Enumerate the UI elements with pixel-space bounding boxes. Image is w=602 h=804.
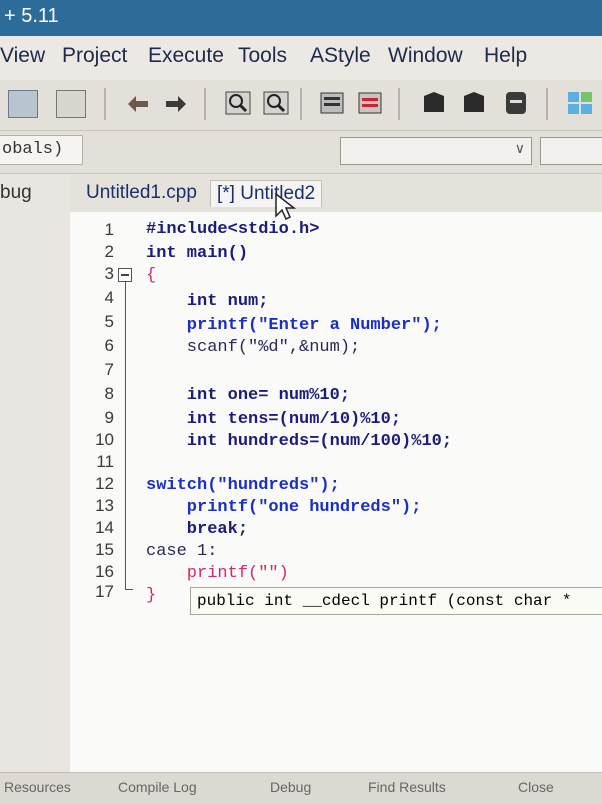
toolbar-separator	[204, 88, 206, 120]
code-area[interactable]: #include<stdio.h> int main() { int num; …	[70, 212, 452, 605]
function-signature-tooltip: public int __cdecl printf (const char *	[190, 587, 602, 615]
menu-view[interactable]: View	[0, 44, 45, 68]
saveall-icon[interactable]	[460, 90, 488, 116]
member-dropdown[interactable]	[540, 137, 602, 165]
tab-resources[interactable]: Resources	[4, 779, 71, 795]
code-line: int hundreds=(num/100)%10;	[146, 432, 452, 451]
code-text: scanf("%d",&num);	[146, 338, 361, 357]
code-text: int num;	[146, 292, 269, 311]
code-line: {	[146, 266, 156, 285]
fold-collapse-icon[interactable]	[118, 268, 132, 282]
project-icon[interactable]	[8, 90, 38, 118]
menu-execute[interactable]: Execute	[148, 44, 224, 68]
code-text: printf("Enter a Number");	[146, 316, 442, 335]
tab-debug[interactable]: Debug	[270, 779, 311, 795]
menu-project[interactable]: Project	[62, 44, 127, 68]
run-icon[interactable]	[356, 90, 384, 116]
fold-guide-end	[125, 589, 133, 590]
code-line: break;	[146, 520, 248, 539]
tab-find-results[interactable]: Find Results	[368, 779, 446, 795]
print-icon[interactable]	[56, 90, 86, 118]
line-number: 17	[95, 582, 114, 601]
chevron-down-icon: ∨	[514, 140, 525, 156]
sidebar-tab-debug[interactable]: bug	[0, 182, 32, 204]
title-bar: + 5.11	[0, 0, 602, 36]
redo-icon[interactable]	[162, 90, 190, 116]
toolbar-separator	[300, 88, 302, 120]
replace-icon[interactable]	[262, 90, 290, 116]
code-text: int one= num%10;	[146, 386, 351, 405]
tab-untitled1[interactable]: Untitled1.cpp	[80, 180, 203, 206]
code-line: printf("")	[146, 564, 289, 583]
code-text: {	[146, 266, 157, 285]
code-line: int one= num%10;	[146, 386, 350, 405]
code-editor[interactable]: 1 2 3 4 5 6 7 8 9 10 11 12 13 14 15 16 1…	[70, 212, 602, 772]
save-icon[interactable]	[420, 90, 448, 116]
code-line: printf("one hundreds");	[146, 498, 422, 517]
tab-untitled2[interactable]: [*] Untitled2	[210, 180, 323, 207]
tab-compile-log[interactable]: Compile Log	[118, 779, 197, 795]
find-icon[interactable]	[224, 90, 252, 116]
code-text: break;	[146, 520, 249, 539]
code-line: switch("hundreds");	[146, 476, 340, 495]
menu-window[interactable]: Window	[388, 44, 463, 68]
code-text: printf("one hundreds");	[146, 498, 422, 517]
class-dropdown[interactable]: ∨	[340, 137, 532, 165]
sidebar: bug	[0, 174, 71, 774]
menu-help[interactable]: Help	[484, 44, 527, 68]
code-text: case 1:	[146, 542, 218, 561]
code-text: #include<stdio.h>	[146, 220, 320, 239]
globals-dropdown[interactable]: obals)	[0, 135, 83, 165]
compile-icon[interactable]	[318, 90, 346, 116]
code-text: switch("hundreds");	[146, 476, 340, 495]
toolbar-separator	[398, 88, 400, 120]
fold-guide	[125, 282, 126, 590]
code-text: int tens=(num/10)%10;	[146, 410, 402, 429]
grid-icon[interactable]	[566, 90, 594, 116]
toolbar	[0, 80, 602, 131]
code-line: }	[146, 586, 156, 605]
bottom-panel-tabs: Resources Compile Log Debug Find Results…	[0, 772, 602, 804]
code-line: int main()	[146, 244, 248, 263]
code-text: }	[146, 586, 157, 605]
mouse-cursor-icon	[275, 192, 296, 221]
code-text: printf("")	[146, 564, 289, 583]
toolbar-separator	[104, 88, 106, 120]
code-text: int main()	[146, 244, 249, 263]
code-line: int tens=(num/10)%10;	[146, 410, 401, 429]
code-line: #include<stdio.h>	[146, 220, 319, 239]
code-line: int num;	[146, 292, 269, 311]
editor-tabs: Untitled1.cpp [*] Untitled2	[70, 174, 602, 212]
close-icon[interactable]	[502, 90, 530, 116]
code-line: case 1:	[146, 542, 217, 561]
code-text: int hundreds=(num/100)%10;	[146, 432, 453, 451]
code-line: scanf("%d",&num);	[146, 338, 360, 357]
tab-close[interactable]: Close	[518, 779, 554, 795]
combo-bar: obals) ∨	[0, 131, 602, 174]
menu-bar: View Project Execute Tools AStyle Window…	[0, 36, 602, 80]
code-line: printf("Enter a Number");	[146, 316, 442, 335]
window-title: + 5.11	[4, 5, 59, 27]
menu-tools[interactable]: Tools	[238, 44, 287, 68]
undo-icon[interactable]	[124, 90, 152, 116]
toolbar-separator	[546, 88, 548, 120]
menu-astyle[interactable]: AStyle	[310, 44, 371, 68]
